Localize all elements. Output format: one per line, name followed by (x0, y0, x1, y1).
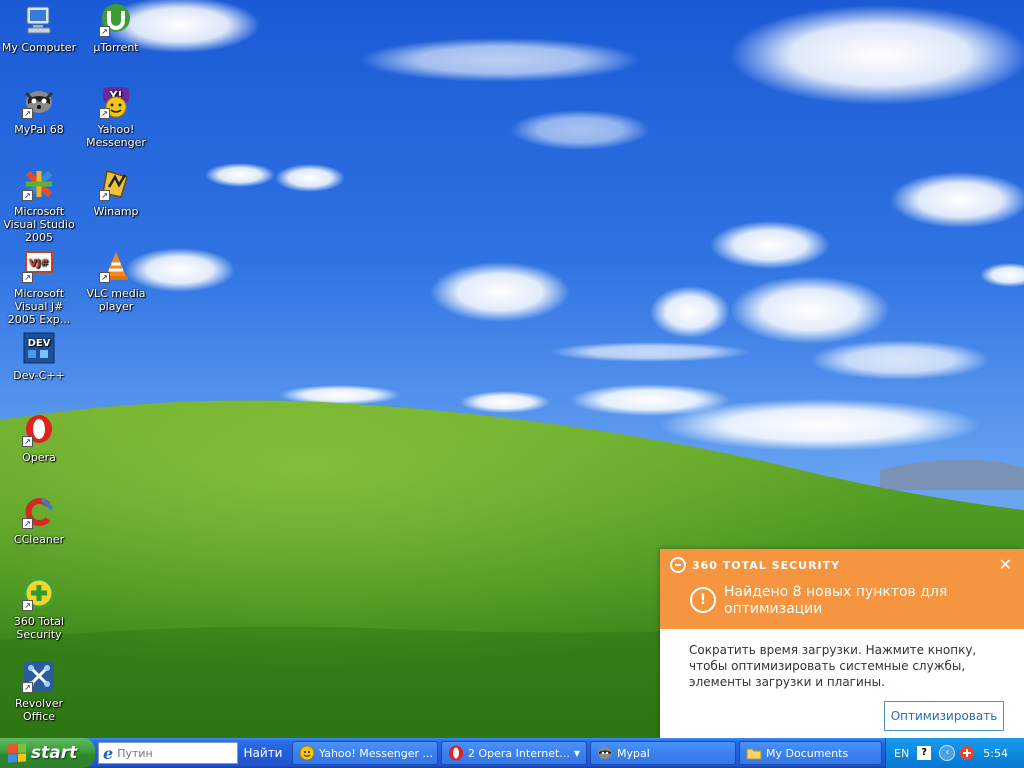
windows-logo-icon (8, 743, 26, 763)
icon-label: Winamp (93, 205, 139, 218)
icon-label: µTorrent (93, 41, 139, 54)
winamp-icon: ↗ (99, 167, 133, 201)
visual-jsharp-icon: VJ# ↗ (22, 249, 56, 283)
desktop-icon-visual-jsharp[interactable]: VJ# ↗ Microsoft Visual J# 2005 Exp... (0, 249, 78, 326)
task-button-mypal[interactable]: Mypal (590, 741, 736, 765)
icon-label: 360 Total Security (13, 615, 65, 641)
system-tray: EN ? ‹ 5:54 (885, 738, 1024, 768)
search-go-button[interactable]: Найти (240, 742, 286, 764)
shortcut-arrow-icon: ↗ (22, 518, 33, 529)
devcpp-icon: DEV (22, 331, 56, 365)
desktop-icon-360-total-security[interactable]: ↗ 360 Total Security (0, 577, 78, 641)
icon-label: Microsoft Visual J# 2005 Exp... (7, 287, 71, 326)
alert-icon: ! (690, 587, 716, 613)
yahoo-messenger-icon: Y! ↗ (99, 85, 133, 119)
revolver-office-icon: ↗ (22, 659, 56, 693)
task-button-label: Yahoo! Messenger ... (319, 746, 434, 760)
my-computer-icon (22, 3, 56, 37)
shortcut-arrow-icon: ↗ (99, 26, 110, 37)
desktop-icon-my-computer[interactable]: My Computer (0, 3, 78, 54)
popup-close-button[interactable]: ✕ (999, 557, 1012, 573)
desktop-icon-devcpp[interactable]: DEV Dev-C++ (0, 331, 78, 382)
icon-label: Revolver Office (14, 697, 63, 723)
group-dropdown-icon: ▼ (573, 748, 580, 758)
icon-label: CCleaner (13, 533, 65, 546)
popup-message: Сократить время загрузки. Нажмите кнопку… (689, 643, 977, 689)
yahoo-messenger-icon (299, 745, 315, 761)
svg-text:VJ#: VJ# (29, 258, 49, 269)
icon-label: VLC media player (86, 287, 146, 313)
taskbar: start e Найти Yahoo! Messenger ... 2 Ope… (0, 738, 1024, 768)
internet-explorer-icon: e (103, 743, 114, 763)
popup-brand: 360 TOTAL SECURITY (670, 557, 840, 573)
start-label: start (31, 743, 78, 763)
search-input[interactable] (117, 746, 228, 760)
mypal-icon (597, 745, 613, 761)
task-button-label: My Documents (766, 746, 849, 760)
shortcut-arrow-icon: ↗ (99, 272, 110, 283)
popup-header: 360 TOTAL SECURITY ✕ ! Найдено 8 новых п… (660, 549, 1024, 629)
task-button-my-documents[interactable]: My Documents (739, 741, 882, 765)
shortcut-arrow-icon: ↗ (22, 190, 33, 201)
visual-studio-icon: ↗ (22, 167, 56, 201)
360-total-security-icon: ↗ (22, 577, 56, 611)
360-logo-icon (670, 557, 686, 573)
desktop-icon-revolver-office[interactable]: ↗ Revolver Office (0, 659, 78, 723)
desktop-icon-utorrent[interactable]: ↗ µTorrent (77, 3, 155, 54)
icon-label: MyPal 68 (14, 123, 64, 136)
language-indicator[interactable]: EN (894, 747, 909, 760)
start-button[interactable]: start (0, 738, 95, 768)
desktop-icon-visual-studio[interactable]: ↗ Microsoft Visual Studio 2005 (0, 167, 78, 244)
opera-icon: ↗ (22, 413, 56, 447)
desktop-icon-ccleaner[interactable]: ↗ CCleaner (0, 495, 78, 546)
task-button-label: Mypal (617, 746, 650, 760)
opera-icon (448, 745, 464, 761)
notification-popup-360: 360 TOTAL SECURITY ✕ ! Найдено 8 новых п… (660, 549, 1024, 738)
icon-label: Opera (22, 451, 56, 464)
ccleaner-icon: ↗ (22, 495, 56, 529)
mypal-icon: ↗ (22, 85, 56, 119)
optimize-button[interactable]: Оптимизировать (884, 701, 1004, 731)
shortcut-arrow-icon: ↗ (22, 108, 33, 119)
icon-label: Microsoft Visual Studio 2005 (3, 205, 75, 244)
svg-text:DEV: DEV (28, 338, 51, 349)
vlc-icon: ↗ (99, 249, 133, 283)
task-button-opera[interactable]: 2 Opera Internet... ▼ (441, 741, 587, 765)
360-tray-icon[interactable] (959, 745, 975, 761)
task-button-yahoo-messenger[interactable]: Yahoo! Messenger ... (292, 741, 438, 765)
folder-icon (746, 745, 762, 761)
desktop-icon-mypal[interactable]: ↗ MyPal 68 (0, 85, 78, 136)
popup-title: Найдено 8 новых пунктов для оптимизации (724, 584, 948, 617)
task-button-label: 2 Opera Internet... (468, 746, 570, 760)
search-box: e (98, 742, 238, 764)
utorrent-icon: ↗ (99, 3, 133, 37)
icon-label: Dev-C++ (13, 369, 65, 382)
desktop-icon-vlc[interactable]: ↗ VLC media player (77, 249, 155, 313)
shortcut-arrow-icon: ↗ (22, 436, 33, 447)
shortcut-arrow-icon: ↗ (22, 272, 33, 283)
popup-brand-label: 360 TOTAL SECURITY (692, 558, 841, 572)
shortcut-arrow-icon: ↗ (22, 600, 33, 611)
show-hidden-icons-button[interactable]: ‹ (939, 745, 956, 761)
shortcut-arrow-icon: ↗ (99, 190, 110, 201)
shortcut-arrow-icon: ↗ (22, 682, 33, 693)
icon-label: Yahoo! Messenger (86, 123, 146, 149)
desktop-icon-yahoo-messenger[interactable]: Y! ↗ Yahoo! Messenger (77, 85, 155, 149)
shortcut-arrow-icon: ↗ (99, 108, 110, 119)
help-icon[interactable]: ? (917, 746, 932, 760)
desktop-icon-winamp[interactable]: ↗ Winamp (77, 167, 155, 218)
clock[interactable]: 5:54 (983, 747, 1008, 760)
desktop-icon-opera[interactable]: ↗ Opera (0, 413, 78, 464)
icon-label: My Computer (1, 41, 77, 54)
